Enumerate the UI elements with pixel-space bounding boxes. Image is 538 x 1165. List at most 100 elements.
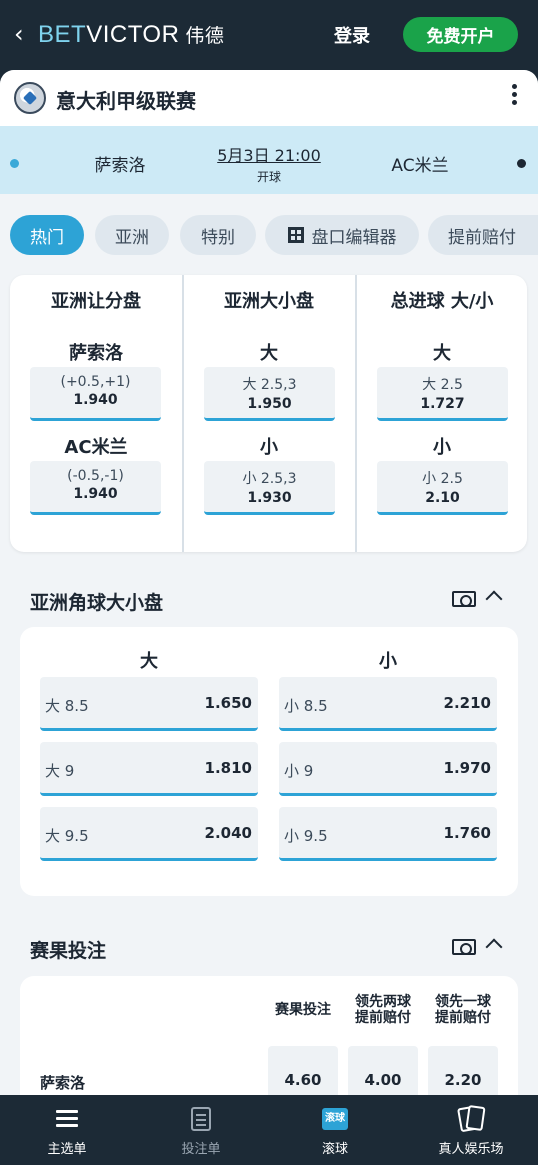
odds-value: 2.210 — [443, 694, 491, 712]
selection-label: 小 — [433, 437, 451, 458]
nav-main-menu[interactable]: 主选单 — [0, 1095, 134, 1165]
tab-label: 特别 — [201, 227, 235, 248]
nav-live-casino[interactable]: 真人娱乐场 — [404, 1095, 538, 1165]
more-options-icon[interactable] — [508, 84, 520, 110]
market-tabs: 热门 亚洲 特别 盘口编辑器 提前赔付 — [10, 215, 538, 257]
live-icon: 滚球 — [322, 1108, 348, 1130]
odds-line: 小 8.5 — [284, 697, 328, 715]
back-chevron-icon[interactable]: ‹ — [14, 22, 24, 46]
odds-value: 2.040 — [204, 824, 252, 842]
bet-builder-icon — [287, 227, 304, 243]
odds-value: 4.00 — [364, 1071, 402, 1089]
tab-specials[interactable]: 特别 — [180, 215, 256, 255]
odds-line: 大 9 — [45, 762, 75, 780]
odds-value: 1.727 — [420, 396, 465, 412]
odds-button[interactable]: 小 2.5,3 1.930 — [204, 461, 335, 515]
odds-line: 大 2.5,3 — [242, 377, 297, 393]
nav-label: 主选单 — [47, 1142, 87, 1157]
odds-line: (+0.5,+1) — [60, 374, 131, 390]
under-header: 小 — [379, 651, 397, 672]
over-header: 大 — [140, 651, 158, 672]
odds-button[interactable]: 大 9.5 2.040 — [40, 807, 258, 861]
nav-live[interactable]: 滚球 滚球 — [268, 1095, 402, 1165]
register-button[interactable]: 免费开户 — [403, 17, 518, 52]
odds-button[interactable]: 小 8.5 2.210 — [279, 677, 497, 731]
odds-value: 1.930 — [247, 490, 292, 506]
main-content: 意大利甲级联赛 萨索洛 5月3日 21:00 开球 AC米兰 热门 亚洲 特别 … — [0, 70, 538, 1095]
carousel-dot-left[interactable] — [10, 159, 19, 168]
chevron-up-icon[interactable] — [485, 590, 503, 608]
main-markets-card: 亚洲让分盘 萨索洛 (+0.5,+1) 1.940 AC米兰 (-0.5,-1)… — [10, 275, 527, 552]
odds-value: 2.20 — [444, 1071, 482, 1089]
odds-button[interactable]: 小 9.5 1.760 — [279, 807, 497, 861]
cards-icon — [457, 1104, 486, 1133]
odds-button[interactable]: 2.20 — [428, 1046, 498, 1095]
column-title: 亚洲大小盘 — [224, 291, 314, 312]
odds-button[interactable]: 小 9 1.970 — [279, 742, 497, 796]
corners-section-title[interactable]: 亚洲角球大小盘 — [30, 588, 163, 615]
cashout-icon — [452, 939, 476, 955]
odds-value: 1.940 — [73, 486, 118, 502]
result-column-header: 领先两球 提前赔付 — [355, 994, 411, 1026]
away-team: AC米兰 — [391, 156, 449, 176]
odds-button[interactable]: 大 8.5 1.650 — [40, 677, 258, 731]
column-title: 亚洲让分盘 — [51, 291, 141, 312]
tab-label: 亚洲 — [115, 227, 149, 248]
odds-button[interactable]: 大 2.5,3 1.950 — [204, 367, 335, 421]
tab-asian[interactable]: 亚洲 — [95, 215, 169, 255]
result-column-header: 领先一球 提前赔付 — [435, 994, 491, 1026]
odds-line: 大 9.5 — [45, 827, 89, 845]
odds-value: 1.970 — [443, 759, 491, 777]
betslip-icon — [191, 1107, 211, 1131]
kickoff-time[interactable]: 5月3日 21:00 — [200, 142, 338, 166]
logo[interactable]: BETVICTOR 伟德 — [38, 22, 224, 50]
result-section-title[interactable]: 赛果投注 — [30, 936, 106, 963]
login-button[interactable]: 登录 — [334, 22, 370, 48]
tab-popular[interactable]: 热门 — [10, 215, 84, 255]
odds-line: 小 9 — [284, 762, 314, 780]
result-section-controls — [452, 936, 512, 960]
tab-bet-builder[interactable]: 盘口编辑器 — [265, 215, 419, 255]
column-title: 总进球 大/小 — [390, 291, 494, 312]
odds-button[interactable]: 大 9 1.810 — [40, 742, 258, 796]
odds-button[interactable]: 小 2.5 2.10 — [377, 461, 508, 515]
league-title: 意大利甲级联赛 — [56, 89, 196, 113]
kickoff-label: 开球 — [256, 170, 281, 184]
tab-early-payout[interactable]: 提前赔付 — [428, 215, 538, 255]
match-bar: 萨索洛 5月3日 21:00 开球 AC米兰 — [0, 126, 538, 194]
tab-label: 热门 — [30, 227, 64, 248]
asian-total-column: 亚洲大小盘 大 大 2.5,3 1.950 小 小 2.5,3 1.930 — [182, 275, 354, 552]
odds-line: (-0.5,-1) — [67, 468, 124, 484]
nav-label: 投注单 — [181, 1142, 221, 1157]
selection-label: 大 — [260, 343, 278, 364]
cashout-icon — [452, 591, 476, 607]
corners-section-controls — [452, 588, 512, 612]
nav-label: 滚球 — [321, 1142, 348, 1157]
odds-button[interactable]: 4.60 — [268, 1046, 338, 1095]
result-column-header: 赛果投注 — [275, 1002, 331, 1018]
odds-button[interactable]: (-0.5,-1) 1.940 — [30, 461, 161, 515]
chevron-up-icon[interactable] — [485, 938, 503, 956]
odds-line: 小 2.5,3 — [242, 471, 297, 487]
odds-value: 1.760 — [443, 824, 491, 842]
corners-card: 大 小 大 8.5 1.650 小 8.5 2.210 大 9 1.810 小 … — [20, 627, 518, 896]
selection-label: 萨索洛 — [69, 343, 123, 364]
result-team-label: 萨索洛 — [40, 1074, 86, 1092]
odds-line: 大 8.5 — [45, 697, 89, 715]
odds-button[interactable]: (+0.5,+1) 1.940 — [30, 367, 161, 421]
odds-button[interactable]: 大 2.5 1.727 — [377, 367, 508, 421]
odds-line: 小 2.5 — [422, 471, 463, 487]
logo-bet-text: BET — [38, 21, 87, 48]
total-goals-column: 总进球 大/小 大 大 2.5 1.727 小 小 2.5 2.10 — [355, 275, 527, 552]
odds-value: 1.940 — [73, 392, 118, 408]
bottom-nav: 主选单 投注单 滚球 滚球 真人娱乐场 — [0, 1095, 538, 1165]
odds-button[interactable]: 4.00 — [348, 1046, 418, 1095]
nav-betslip[interactable]: 投注单 — [134, 1095, 268, 1165]
tab-label: 提前赔付 — [448, 227, 516, 248]
carousel-dot-right[interactable] — [517, 159, 526, 168]
odds-line: 大 2.5 — [422, 377, 463, 393]
odds-value: 1.810 — [204, 759, 252, 777]
result-card: 赛果投注 领先两球 提前赔付 领先一球 提前赔付 萨索洛 4.60 4.00 2… — [20, 976, 518, 1095]
odds-value: 1.650 — [204, 694, 252, 712]
odds-value: 1.950 — [247, 396, 292, 412]
